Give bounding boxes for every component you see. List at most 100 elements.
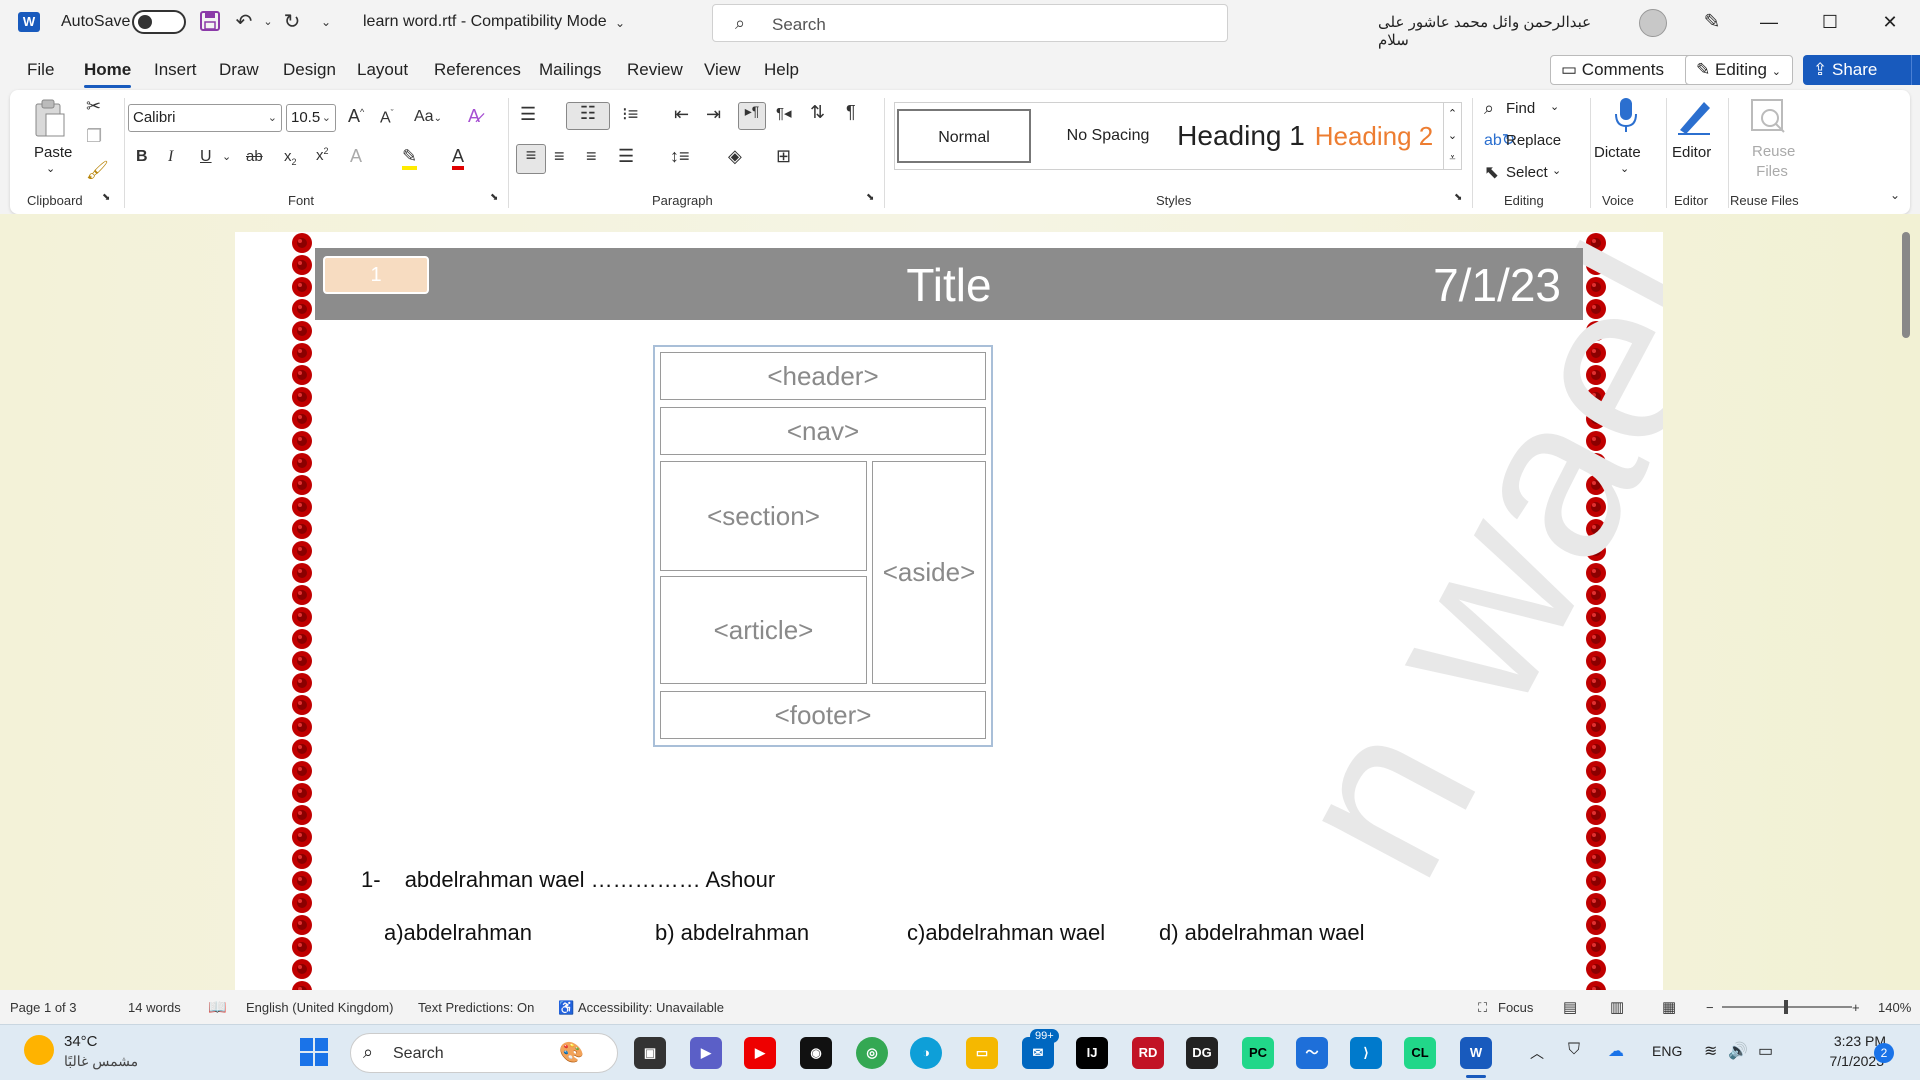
microphone-icon[interactable] bbox=[1612, 96, 1640, 141]
zoom-slider-thumb[interactable] bbox=[1784, 1000, 1788, 1014]
sway-icon[interactable]: 〜 bbox=[1296, 1037, 1328, 1069]
show-hidden-icons[interactable]: ︿ bbox=[1530, 1043, 1544, 1063]
close-button[interactable]: ✕ bbox=[1875, 8, 1905, 36]
text-effects-icon[interactable]: A bbox=[350, 146, 362, 167]
undo-icon[interactable]: ↶ bbox=[232, 10, 256, 34]
show-formatting-icon[interactable]: ¶ bbox=[846, 102, 856, 123]
start-icon[interactable] bbox=[298, 1037, 330, 1069]
superscript-icon[interactable]: x2 bbox=[316, 146, 329, 164]
clipboard-launcher-icon[interactable]: ⬊ bbox=[102, 192, 110, 203]
style-normal[interactable]: Normal bbox=[897, 109, 1031, 163]
change-case-icon[interactable]: Aa⌄ bbox=[414, 108, 442, 126]
shrink-font-icon[interactable]: Aˇ bbox=[380, 108, 394, 127]
page-count[interactable]: Page 1 of 3 bbox=[10, 1000, 77, 1015]
font-size-combo[interactable]: 10.5 ⌄ bbox=[286, 104, 336, 132]
weather-temperature[interactable]: 34°C bbox=[64, 1033, 98, 1050]
tab-mailings[interactable]: Mailings bbox=[539, 60, 601, 80]
align-center-icon[interactable]: ≡ bbox=[554, 146, 565, 167]
zoom-in-icon[interactable]: + bbox=[1852, 1000, 1860, 1015]
weather-description[interactable]: مشمس غالبًا bbox=[64, 1053, 138, 1070]
style-heading-2[interactable]: Heading 2 bbox=[1309, 109, 1439, 163]
redo-icon[interactable]: ↻ bbox=[280, 10, 304, 34]
share-dropdown-icon[interactable]: ⌄ bbox=[1911, 55, 1920, 85]
tab-home[interactable]: Home bbox=[84, 60, 132, 88]
font-color-icon[interactable]: A bbox=[452, 146, 465, 170]
task-view-icon[interactable]: ▣ bbox=[634, 1037, 666, 1069]
tab-references[interactable]: References bbox=[434, 60, 521, 80]
copy-icon[interactable]: ❐ bbox=[86, 126, 102, 147]
clear-formatting-icon[interactable]: A̷ bbox=[468, 106, 480, 127]
share-button[interactable]: ⇪ Share ⌄ bbox=[1803, 55, 1920, 85]
document-title[interactable]: learn word.rtf - Compatibility Mode bbox=[363, 13, 607, 31]
html-layout-diagram[interactable]: <header> <nav> <section> <article> <asid… bbox=[653, 345, 993, 747]
document-page[interactable]: n wael 1 Title 7/1/23 <header> <nav> <se… bbox=[235, 232, 1663, 990]
chrome-icon[interactable]: ◎ bbox=[856, 1037, 888, 1069]
find-dropdown-icon[interactable]: ⌄ bbox=[1550, 100, 1559, 113]
avatar[interactable] bbox=[1639, 9, 1667, 37]
line-spacing-icon[interactable]: ↕≡ bbox=[670, 146, 690, 167]
volume-icon[interactable]: 🔊 bbox=[1728, 1041, 1748, 1061]
editor-button[interactable]: Editor bbox=[1672, 144, 1711, 161]
underline-icon[interactable]: U bbox=[200, 148, 212, 166]
wifi-icon[interactable]: ≋ bbox=[1704, 1041, 1717, 1061]
tab-insert[interactable]: Insert bbox=[154, 60, 197, 80]
github-icon[interactable]: ◉ bbox=[800, 1037, 832, 1069]
vscode-icon[interactable]: ⟩ bbox=[1350, 1037, 1382, 1069]
find-button[interactable]: Find bbox=[1506, 100, 1535, 117]
paste-dropdown-icon[interactable]: ⌄ bbox=[46, 162, 55, 175]
language-status[interactable]: English (United Kingdom) bbox=[246, 1000, 393, 1015]
dictate-dropdown-icon[interactable]: ⌄ bbox=[1620, 162, 1629, 175]
save-icon[interactable] bbox=[198, 10, 222, 34]
reuse-files-button[interactable]: Reuse Files bbox=[1752, 142, 1795, 182]
onedrive-icon[interactable]: ☁ bbox=[1608, 1041, 1624, 1061]
numbering-icon[interactable]: ☷ bbox=[566, 102, 610, 130]
font-name-combo[interactable]: Calibri ⌄ bbox=[128, 104, 282, 132]
intellij-icon[interactable]: IJ bbox=[1076, 1037, 1108, 1069]
option-b[interactable]: b) abdelrahman bbox=[655, 920, 809, 946]
tab-layout[interactable]: Layout bbox=[357, 60, 408, 80]
italic-icon[interactable]: I bbox=[168, 148, 173, 166]
teams-icon[interactable]: ▶ bbox=[690, 1037, 722, 1069]
style-heading-1[interactable]: Heading 1 bbox=[1177, 109, 1305, 163]
ltr-direction-icon[interactable]: ¶◂ bbox=[776, 104, 792, 122]
format-painter-icon[interactable]: 🖌 bbox=[86, 160, 109, 181]
font-launcher-icon[interactable]: ⬊ bbox=[490, 192, 498, 203]
justify-icon[interactable]: ☰ bbox=[618, 146, 634, 167]
autosave-toggle[interactable] bbox=[132, 10, 186, 34]
paste-label[interactable]: Paste bbox=[34, 144, 72, 161]
multilevel-list-icon[interactable]: ⁝≡ bbox=[622, 104, 638, 125]
customize-toolbar-icon[interactable]: ⌄ bbox=[314, 10, 338, 34]
borders-icon[interactable]: ⊞ bbox=[776, 146, 791, 167]
page-header-band[interactable]: 1 Title 7/1/23 bbox=[315, 248, 1583, 320]
underline-dropdown-icon[interactable]: ⌄ bbox=[222, 150, 231, 163]
tab-view[interactable]: View bbox=[704, 60, 741, 80]
notification-count[interactable]: 2 bbox=[1874, 1043, 1894, 1063]
select-icon[interactable]: ⬉ bbox=[1484, 162, 1499, 183]
datagrip-icon[interactable]: DG bbox=[1186, 1037, 1218, 1069]
editor-icon[interactable] bbox=[1674, 96, 1714, 141]
maximize-button[interactable]: ☐ bbox=[1815, 8, 1845, 36]
web-layout-icon[interactable]: ▦ bbox=[1662, 998, 1676, 1016]
input-language[interactable]: ENG bbox=[1652, 1043, 1682, 1059]
decrease-indent-icon[interactable]: ⇤ bbox=[674, 104, 689, 125]
word-count[interactable]: 14 words bbox=[128, 1000, 181, 1015]
title-dropdown-icon[interactable]: ⌄ bbox=[608, 11, 632, 35]
battery-icon[interactable]: ▭ bbox=[1758, 1041, 1773, 1061]
question-1[interactable]: 1- abdelrahman wael …………… Ashour bbox=[361, 867, 775, 893]
editing-mode-button[interactable]: ✎ Editing ⌄ bbox=[1685, 55, 1793, 85]
paste-icon[interactable] bbox=[32, 98, 68, 140]
rtl-direction-icon[interactable]: ▸¶ bbox=[738, 102, 766, 130]
tab-file[interactable]: File bbox=[27, 60, 54, 80]
tab-help[interactable]: Help bbox=[764, 60, 799, 80]
increase-indent-icon[interactable]: ⇥ bbox=[706, 104, 721, 125]
proofing-icon[interactable]: 📖 bbox=[208, 998, 227, 1016]
minimize-button[interactable]: — bbox=[1754, 8, 1784, 36]
tab-draw[interactable]: Draw bbox=[219, 60, 259, 80]
subscript-icon[interactable]: x2 bbox=[284, 148, 297, 167]
replace-button[interactable]: Replace bbox=[1506, 132, 1561, 149]
read-mode-icon[interactable]: ▤ bbox=[1563, 998, 1577, 1016]
user-name[interactable]: عبدالرحمن وائل محمد عاشور على سلام bbox=[1378, 13, 1626, 49]
paragraph-launcher-icon[interactable]: ⬊ bbox=[866, 192, 874, 203]
option-d[interactable]: d) abdelrahman wael bbox=[1159, 920, 1364, 946]
rider-icon[interactable]: RD bbox=[1132, 1037, 1164, 1069]
